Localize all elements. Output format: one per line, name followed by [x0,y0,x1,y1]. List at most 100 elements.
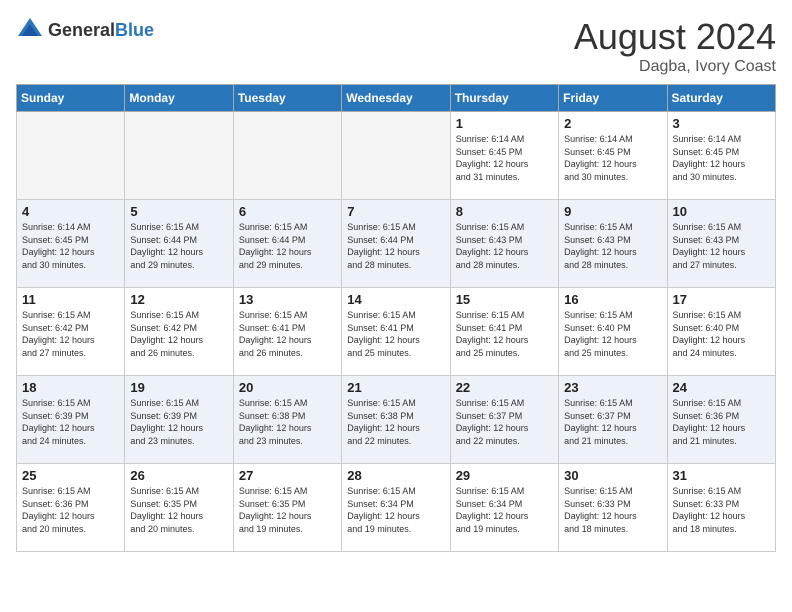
day-info: Sunrise: 6:15 AM Sunset: 6:35 PM Dayligh… [130,485,227,535]
day-info: Sunrise: 6:15 AM Sunset: 6:37 PM Dayligh… [564,397,661,447]
calendar-cell [342,112,450,200]
day-info: Sunrise: 6:15 AM Sunset: 6:41 PM Dayligh… [239,309,336,359]
day-number: 29 [456,468,553,483]
calendar-cell: 23 Sunrise: 6:15 AM Sunset: 6:37 PM Dayli… [559,376,667,464]
calendar-cell: 12Sunrise: 6:15 AM Sunset: 6:42 PM Dayli… [125,288,233,376]
calendar-cell: 25 Sunrise: 6:15 AM Sunset: 6:36 PM Dayli… [17,464,125,552]
calendar-cell: 17 Sunrise: 6:15 AM Sunset: 6:40 PM Dayli… [667,288,775,376]
calendar-cell: 4 Sunrise: 6:14 AM Sunset: 6:45 PM Daylig… [17,200,125,288]
day-number: 9 [564,204,661,219]
calendar-cell: 27Sunrise: 6:15 AM Sunset: 6:35 PM Dayli… [233,464,341,552]
calendar-cell: 21 Sunrise: 6:15 AM Sunset: 6:38 PM Dayli… [342,376,450,464]
day-number: 16 [564,292,661,307]
day-info: Sunrise: 6:14 AM Sunset: 6:45 PM Dayligh… [673,133,770,183]
calendar-cell: 29 Sunrise: 6:15 AM Sunset: 6:34 PM Dayli… [450,464,558,552]
calendar-cell: 2 Sunrise: 6:14 AM Sunset: 6:45 PM Daylig… [559,112,667,200]
day-info: Sunrise: 6:15 AM Sunset: 6:44 PM Dayligh… [347,221,444,271]
calendar-cell: 19 Sunrise: 6:15 AM Sunset: 6:39 PM Dayli… [125,376,233,464]
day-info: Sunrise: 6:15 AM Sunset: 6:38 PM Dayligh… [347,397,444,447]
header-sunday: Sunday [17,85,125,112]
calendar-cell: 5 Sunrise: 6:15 AM Sunset: 6:44 PM Daylig… [125,200,233,288]
day-info: Sunrise: 6:15 AM Sunset: 6:38 PM Dayligh… [239,397,336,447]
calendar-cell: 26 Sunrise: 6:15 AM Sunset: 6:35 PM Dayli… [125,464,233,552]
day-number: 25 [22,468,119,483]
day-number: 28 [347,468,444,483]
day-info: Sunrise: 6:15 AM Sunset: 6:36 PM Dayligh… [673,397,770,447]
day-number: 4 [22,204,119,219]
calendar-cell: 11 Sunrise: 6:15 AM Sunset: 6:42 PM Dayli… [17,288,125,376]
day-number: 13 [239,292,336,307]
day-number: 31 [673,468,770,483]
header-tuesday: Tuesday [233,85,341,112]
day-info: Sunrise: 6:14 AM Sunset: 6:45 PM Dayligh… [564,133,661,183]
day-info: Sunrise: 6:14 AM Sunset: 6:45 PM Dayligh… [22,221,119,271]
day-number: 26 [130,468,227,483]
calendar-cell: 7 Sunrise: 6:15 AM Sunset: 6:44 PM Daylig… [342,200,450,288]
header-monday: Monday [125,85,233,112]
location: Dagba, Ivory Coast [574,58,776,76]
calendar-cell: 30 Sunrise: 6:15 AM Sunset: 6:33 PM Dayli… [559,464,667,552]
day-number: 30 [564,468,661,483]
day-info: Sunrise: 6:15 AM Sunset: 6:34 PM Dayligh… [347,485,444,535]
day-info: Sunrise: 6:15 AM Sunset: 6:34 PM Dayligh… [456,485,553,535]
calendar-cell: 8 Sunrise: 6:15 AM Sunset: 6:43 PM Daylig… [450,200,558,288]
day-info: Sunrise: 6:15 AM Sunset: 6:39 PM Dayligh… [130,397,227,447]
day-number: 2 [564,116,661,131]
day-number: 23 [564,380,661,395]
day-number: 20 [239,380,336,395]
day-number: 6 [239,204,336,219]
logo-blue: Blue [115,20,154,40]
calendar-row: 4 Sunrise: 6:14 AM Sunset: 6:45 PM Daylig… [17,200,776,288]
day-info: Sunrise: 6:15 AM Sunset: 6:36 PM Dayligh… [22,485,119,535]
day-number: 21 [347,380,444,395]
calendar-cell: 9Sunrise: 6:15 AM Sunset: 6:43 PM Daylig… [559,200,667,288]
day-info: Sunrise: 6:15 AM Sunset: 6:44 PM Dayligh… [130,221,227,271]
calendar-table: SundayMondayTuesdayWednesdayThursdayFrid… [16,84,776,552]
title-block: August 2024 Dagba, Ivory Coast [574,16,776,76]
calendar-row: 1 Sunrise: 6:14 AM Sunset: 6:45 PM Daylig… [17,112,776,200]
month-year: August 2024 [574,16,776,58]
day-number: 18 [22,380,119,395]
day-number: 27 [239,468,336,483]
day-info: Sunrise: 6:15 AM Sunset: 6:43 PM Dayligh… [673,221,770,271]
day-number: 10 [673,204,770,219]
day-number: 19 [130,380,227,395]
header-row: SundayMondayTuesdayWednesdayThursdayFrid… [17,85,776,112]
day-number: 5 [130,204,227,219]
day-number: 1 [456,116,553,131]
day-number: 11 [22,292,119,307]
calendar-row: 11 Sunrise: 6:15 AM Sunset: 6:42 PM Dayli… [17,288,776,376]
calendar-cell: 6Sunrise: 6:15 AM Sunset: 6:44 PM Daylig… [233,200,341,288]
calendar-cell: 18 Sunrise: 6:15 AM Sunset: 6:39 PM Dayli… [17,376,125,464]
calendar-cell: 15Sunrise: 6:15 AM Sunset: 6:41 PM Dayli… [450,288,558,376]
calendar-cell: 28 Sunrise: 6:15 AM Sunset: 6:34 PM Dayli… [342,464,450,552]
calendar-cell: 1 Sunrise: 6:14 AM Sunset: 6:45 PM Daylig… [450,112,558,200]
logo-general: General [48,20,115,40]
day-info: Sunrise: 6:15 AM Sunset: 6:33 PM Dayligh… [673,485,770,535]
day-info: Sunrise: 6:14 AM Sunset: 6:45 PM Dayligh… [456,133,553,183]
calendar-cell: 16Sunrise: 6:15 AM Sunset: 6:40 PM Dayli… [559,288,667,376]
day-number: 3 [673,116,770,131]
calendar-cell [125,112,233,200]
calendar-row: 25 Sunrise: 6:15 AM Sunset: 6:36 PM Dayli… [17,464,776,552]
day-info: Sunrise: 6:15 AM Sunset: 6:40 PM Dayligh… [673,309,770,359]
day-number: 15 [456,292,553,307]
day-info: Sunrise: 6:15 AM Sunset: 6:37 PM Dayligh… [456,397,553,447]
calendar-cell: 24Sunrise: 6:15 AM Sunset: 6:36 PM Dayli… [667,376,775,464]
day-number: 7 [347,204,444,219]
calendar-cell [17,112,125,200]
day-info: Sunrise: 6:15 AM Sunset: 6:39 PM Dayligh… [22,397,119,447]
day-info: Sunrise: 6:15 AM Sunset: 6:43 PM Dayligh… [456,221,553,271]
header-saturday: Saturday [667,85,775,112]
day-info: Sunrise: 6:15 AM Sunset: 6:33 PM Dayligh… [564,485,661,535]
day-number: 8 [456,204,553,219]
calendar-row: 18 Sunrise: 6:15 AM Sunset: 6:39 PM Dayli… [17,376,776,464]
day-number: 12 [130,292,227,307]
day-number: 17 [673,292,770,307]
day-info: Sunrise: 6:15 AM Sunset: 6:42 PM Dayligh… [22,309,119,359]
day-number: 14 [347,292,444,307]
header-thursday: Thursday [450,85,558,112]
calendar-cell: 22Sunrise: 6:15 AM Sunset: 6:37 PM Dayli… [450,376,558,464]
calendar-cell: 13 Sunrise: 6:15 AM Sunset: 6:41 PM Dayli… [233,288,341,376]
calendar-cell: 3 Sunrise: 6:14 AM Sunset: 6:45 PM Daylig… [667,112,775,200]
